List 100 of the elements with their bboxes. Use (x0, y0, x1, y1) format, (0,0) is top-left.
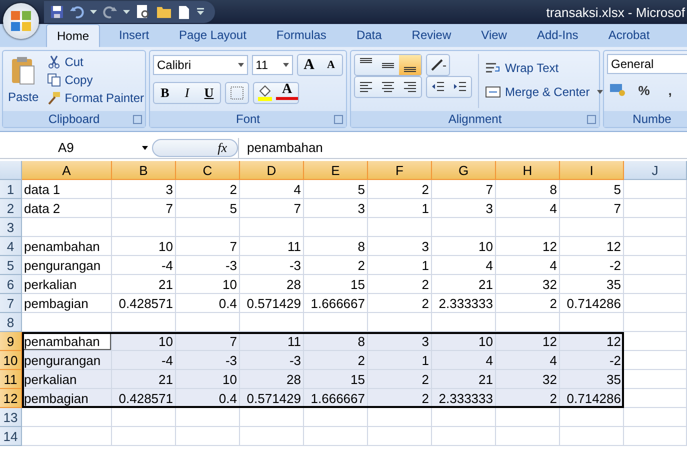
italic-button[interactable]: I (176, 83, 198, 103)
empty-cell (304, 218, 368, 237)
table-cell: 1 (368, 199, 432, 218)
save-icon[interactable] (50, 5, 64, 19)
shrink-font-button[interactable]: A (320, 55, 342, 75)
ribbon-tab[interactable]: Acrobat (597, 23, 661, 47)
row-header[interactable]: 2 (0, 199, 22, 218)
table-cell: 21 (112, 370, 176, 389)
table-cell: 7 (112, 199, 176, 218)
empty-cell (560, 408, 624, 427)
ribbon-tab[interactable]: Formulas (265, 23, 338, 47)
empty-cell (496, 427, 560, 446)
document-icon[interactable] (178, 4, 190, 20)
copy-button[interactable]: Copy (44, 72, 146, 88)
ribbon-tab[interactable]: Add-Ins (526, 23, 590, 47)
empty-cell (304, 408, 368, 427)
table-cell: 0.4 (176, 294, 240, 313)
font-name-field[interactable]: Calibri (153, 55, 248, 75)
number-format-field[interactable]: General (607, 54, 687, 74)
row-header[interactable]: 7 (0, 294, 22, 313)
office-button[interactable] (3, 3, 39, 39)
name-box[interactable]: A9 (0, 138, 152, 158)
font-size-field[interactable]: 11 (252, 55, 293, 75)
comma-button[interactable]: , (659, 80, 681, 100)
row-header[interactable]: 12 (0, 389, 22, 408)
formula-field[interactable]: penambahan (238, 138, 687, 158)
column-header[interactable]: J (624, 161, 687, 180)
empty-cell (624, 256, 687, 275)
font-color-button[interactable]: A (276, 83, 298, 100)
column-header[interactable]: B (112, 161, 176, 180)
column-header[interactable]: C (176, 161, 240, 180)
format-painter-button[interactable]: Format Painter (44, 90, 146, 106)
table-cell: 10 (112, 237, 176, 256)
vertical-align-button[interactable] (399, 55, 421, 75)
empty-cell (112, 408, 176, 427)
empty-cell (368, 427, 432, 446)
ribbon-tab[interactable]: View (470, 23, 518, 47)
ribbon-tab[interactable]: Page Layout (168, 23, 258, 47)
empty-cell (496, 313, 560, 332)
row-header[interactable]: 14 (0, 427, 22, 446)
ribbon-tab[interactable]: Insert (108, 23, 160, 47)
group-label: Clipboard (48, 112, 100, 126)
table-cell: perkalian (22, 370, 112, 389)
table-cell: -2 (560, 256, 624, 275)
group-label: Numbe (632, 112, 672, 126)
caret-icon[interactable] (123, 10, 130, 14)
table-cell: 28 (240, 370, 304, 389)
table-cell: 35 (560, 275, 624, 294)
folder-icon[interactable] (156, 5, 172, 19)
row-header[interactable]: 10 (0, 351, 22, 370)
table-cell: 32 (496, 370, 560, 389)
empty-cell (240, 408, 304, 427)
row-header[interactable]: 8 (0, 313, 22, 332)
table-cell: 0.428571 (112, 294, 176, 313)
table-cell: 21 (432, 370, 496, 389)
row-header[interactable]: 5 (0, 256, 22, 275)
empty-cell (368, 218, 432, 237)
print-preview-icon[interactable] (136, 4, 150, 20)
indent-icon (453, 81, 467, 93)
border-grid-icon (230, 86, 244, 100)
table-cell: -4 (112, 351, 176, 370)
empty-cell (624, 275, 687, 294)
empty-cell (624, 427, 687, 446)
table-cell: 2 (304, 256, 368, 275)
grow-font-button[interactable]: A (298, 55, 320, 75)
row-header[interactable]: 9 (0, 332, 22, 351)
column-header[interactable]: A (22, 161, 112, 180)
ribbon-tab[interactable]: Home (46, 24, 100, 47)
ribbon-tab[interactable]: Data (345, 23, 393, 47)
column-header[interactable]: G (432, 161, 496, 180)
row-header[interactable]: 13 (0, 408, 22, 427)
undo-icon[interactable] (70, 5, 84, 19)
row-header[interactable]: 1 (0, 180, 22, 199)
redo-icon[interactable] (103, 5, 117, 19)
paste-button[interactable]: Paste (6, 54, 41, 108)
table-cell: -2 (560, 351, 624, 370)
bold-button[interactable]: B (154, 83, 176, 103)
align-lines-icon (382, 62, 394, 68)
percent-button[interactable]: % (633, 80, 655, 100)
function-button[interactable]: fx (152, 138, 238, 156)
wrap-text-button[interactable]: Wrap Text (483, 60, 605, 76)
table-cell: 2 (496, 294, 560, 313)
cut-button[interactable]: Cut (44, 54, 146, 70)
row-header[interactable]: 3 (0, 218, 22, 237)
table-cell: 2.333333 (432, 294, 496, 313)
underline-button[interactable]: U (198, 83, 220, 103)
column-header[interactable]: I (560, 161, 624, 180)
customize-caret-icon[interactable] (196, 8, 205, 16)
group-label: Font (236, 112, 260, 126)
table-cell: 4 (432, 256, 496, 275)
caret-icon[interactable] (90, 10, 97, 14)
empty-cell (176, 427, 240, 446)
column-header[interactable]: F (368, 161, 432, 180)
row-header[interactable]: 4 (0, 237, 22, 256)
row-header[interactable]: 11 (0, 370, 22, 389)
column-header[interactable]: D (240, 161, 304, 180)
row-header[interactable]: 6 (0, 275, 22, 294)
ribbon-tab[interactable]: Review (400, 23, 462, 47)
column-header[interactable]: H (496, 161, 560, 180)
column-header[interactable]: E (304, 161, 368, 180)
